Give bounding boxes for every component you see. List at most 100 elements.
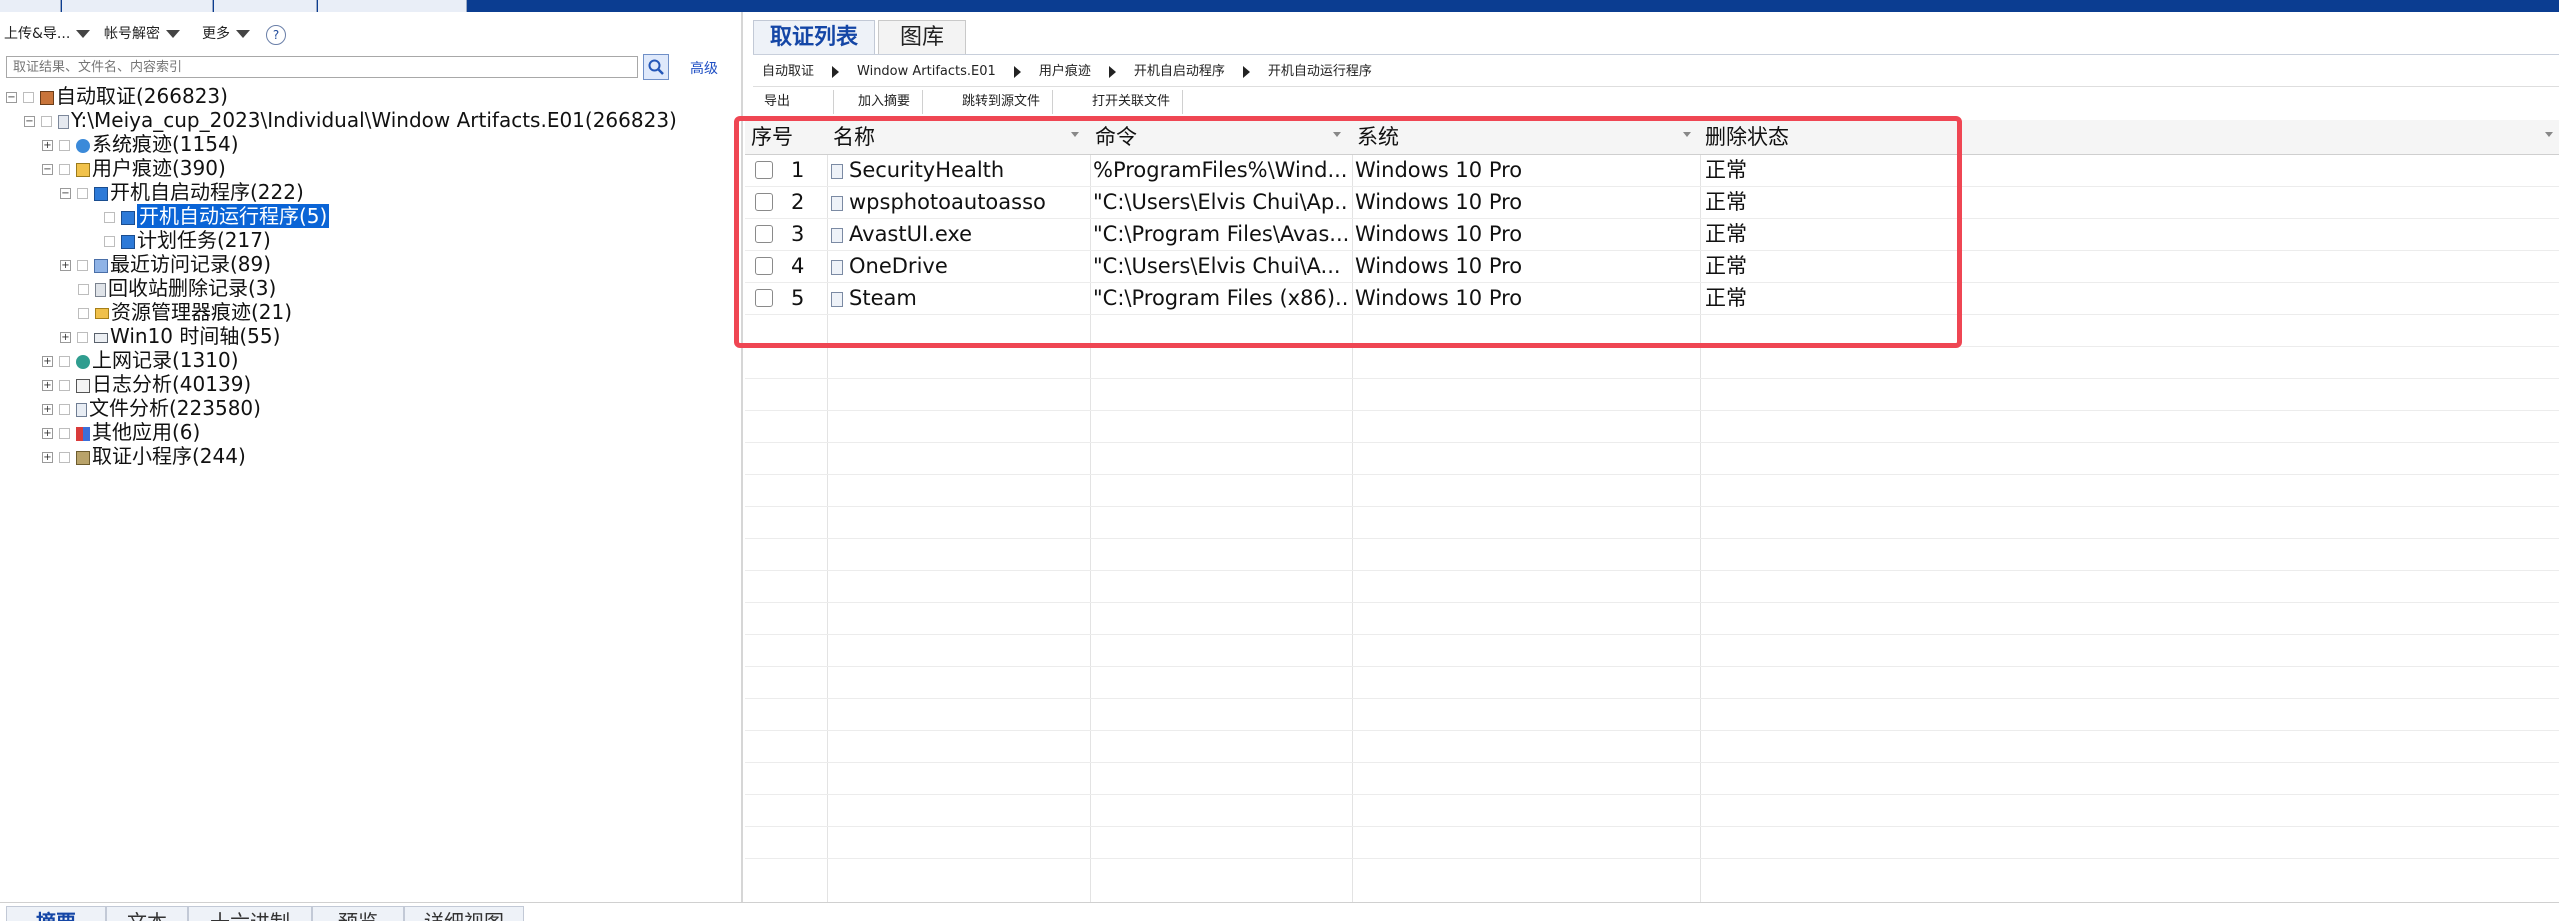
bottom-tab-hex[interactable]: 十六进制 xyxy=(188,906,312,921)
tree-node-file-analysis[interactable]: + 文件分析(223580) xyxy=(42,396,261,420)
account-decrypt-menu[interactable]: 帐号解密 xyxy=(104,22,180,46)
tree-node-label: 取证小程序(244) xyxy=(92,444,246,468)
tree-node-auto-evidence[interactable]: − 自动取证(266823) xyxy=(6,84,228,108)
collapse-icon[interactable]: − xyxy=(60,188,71,199)
startup-icon xyxy=(121,210,135,225)
grid-row-divider xyxy=(745,538,2559,539)
tree-checkbox[interactable] xyxy=(59,380,70,391)
sort-icon[interactable] xyxy=(2545,132,2553,137)
search-icon xyxy=(648,59,664,75)
breadcrumb-item[interactable]: Window Artifacts.E01 xyxy=(857,64,996,79)
grid-row-divider xyxy=(745,570,2559,571)
tree-checkbox[interactable] xyxy=(77,332,88,343)
account-decrypt-label: 帐号解密 xyxy=(104,26,160,42)
tree-node-win10-timeline[interactable]: + Win10 时间轴(55) xyxy=(60,324,280,348)
startup-icon xyxy=(121,234,135,249)
tree-node-web-history[interactable]: + 上网记录(1310) xyxy=(42,348,239,372)
tree-checkbox[interactable] xyxy=(78,308,89,319)
tree-node-label: 其他应用(6) xyxy=(92,420,201,444)
grid-row-divider xyxy=(745,666,2559,667)
breadcrumb-item[interactable]: 开机自动运行程序 xyxy=(1268,64,1372,79)
tree-checkbox[interactable] xyxy=(59,140,70,151)
tree-node-label: 自动取证(266823) xyxy=(56,84,228,108)
tree-node-recycle-bin[interactable]: 回收站删除记录(3) xyxy=(78,276,276,300)
chevron-right-icon xyxy=(1013,65,1021,78)
bottom-tab-summary[interactable]: 摘要 xyxy=(6,906,106,921)
upload-export-label: 上传&导... xyxy=(4,26,71,42)
top-tab-3[interactable] xyxy=(214,0,317,12)
top-tab-2[interactable] xyxy=(62,0,213,12)
tree-node-label: 资源管理器痕迹(21) xyxy=(111,300,293,324)
search-input[interactable] xyxy=(6,56,638,78)
bottom-tab-preview[interactable]: 预览 xyxy=(312,906,404,921)
help-icon[interactable]: ? xyxy=(266,25,286,45)
tree-node-other-apps[interactable]: + 其他应用(6) xyxy=(42,420,200,444)
tree-checkbox[interactable] xyxy=(59,164,70,175)
grid-row-divider xyxy=(745,858,2559,859)
expand-icon[interactable]: + xyxy=(42,356,53,367)
disk-image-icon xyxy=(58,114,69,129)
tree-checkbox[interactable] xyxy=(41,116,52,127)
tree-checkbox[interactable] xyxy=(59,404,70,415)
expand-icon[interactable]: + xyxy=(42,380,53,391)
tree-node-image-file[interactable]: − Y:\Meiya_cup_2023\Individual\Window Art… xyxy=(24,108,677,132)
tree-checkbox[interactable] xyxy=(104,236,115,247)
tree-node-system-traces[interactable]: + 系统痕迹(1154) xyxy=(42,132,239,156)
tree-node-explorer-traces[interactable]: 资源管理器痕迹(21) xyxy=(78,300,292,324)
tree-node-scheduled-tasks[interactable]: 计划任务(217) xyxy=(104,228,271,252)
tree-checkbox[interactable] xyxy=(104,212,115,223)
chevron-down-icon xyxy=(236,30,250,38)
tree-checkbox[interactable] xyxy=(78,284,89,295)
upload-export-menu[interactable]: 上传&导... xyxy=(4,22,91,46)
tree-checkbox[interactable] xyxy=(59,452,70,463)
log-icon xyxy=(76,378,90,393)
expand-icon[interactable]: + xyxy=(42,452,53,463)
more-menu[interactable]: 更多 xyxy=(202,22,250,46)
tree-node-auto-run-programs[interactable]: 开机自动运行程序(5) xyxy=(104,204,330,228)
evidence-icon xyxy=(40,90,54,105)
tree-node-recent-access[interactable]: + 最近访问记录(89) xyxy=(60,252,271,276)
search-button[interactable] xyxy=(643,54,669,80)
grid-row-divider xyxy=(745,634,2559,635)
export-button[interactable]: 导出 xyxy=(752,90,834,130)
collapse-icon[interactable]: − xyxy=(24,116,35,127)
expand-icon[interactable]: + xyxy=(60,260,71,271)
user-icon xyxy=(76,162,90,177)
top-tab-4[interactable] xyxy=(318,0,467,12)
tree-checkbox[interactable] xyxy=(23,92,34,103)
breadcrumb-item[interactable]: 用户痕迹 xyxy=(1039,64,1091,79)
tab-gallery[interactable]: 图库 xyxy=(878,20,966,54)
tree-checkbox[interactable] xyxy=(77,188,88,199)
breadcrumb-divider xyxy=(753,86,2559,87)
breadcrumb-item[interactable]: 开机自启动程序 xyxy=(1134,64,1225,79)
expand-icon[interactable]: + xyxy=(42,140,53,151)
tree-node-label: Y:\Meiya_cup_2023\Individual\Window Arti… xyxy=(71,108,677,132)
expand-icon[interactable]: + xyxy=(60,332,71,343)
open-related-file-button[interactable]: 打开关联文件 xyxy=(1080,90,1184,114)
collapse-icon[interactable]: − xyxy=(42,164,53,175)
top-tab-1[interactable] xyxy=(0,0,61,12)
tree-node-startup-programs[interactable]: − 开机自启动程序(222) xyxy=(60,180,304,204)
folder-icon xyxy=(95,308,109,319)
advanced-search-link[interactable]: 高级 xyxy=(690,58,718,78)
tree-node-forensic-tools[interactable]: + 取证小程序(244) xyxy=(42,444,246,468)
breadcrumb: 自动取证 Window Artifacts.E01 用户痕迹 开机自启动程序 开机自动运… xyxy=(762,62,1372,82)
recycle-bin-icon xyxy=(95,282,106,297)
breadcrumb-item[interactable]: 自动取证 xyxy=(762,64,814,79)
jump-to-source-button[interactable]: 跳转到源文件 xyxy=(950,90,1054,114)
expand-icon[interactable]: + xyxy=(42,428,53,439)
tree-node-log-analysis[interactable]: + 日志分析(40139) xyxy=(42,372,251,396)
collapse-icon[interactable]: − xyxy=(6,92,17,103)
apps-icon xyxy=(76,426,90,441)
startup-icon xyxy=(94,186,108,201)
bottom-tab-detail-view[interactable]: 详细视图 xyxy=(404,906,524,921)
add-summary-button[interactable]: 加入摘要 xyxy=(846,90,924,114)
tree-checkbox[interactable] xyxy=(59,356,70,367)
tree-checkbox[interactable] xyxy=(59,428,70,439)
tree-node-user-traces[interactable]: − 用户痕迹(390) xyxy=(42,156,226,180)
bottom-tab-text[interactable]: 文本 xyxy=(106,906,188,921)
tab-evidence-list[interactable]: 取证列表 xyxy=(753,20,875,54)
tree-checkbox[interactable] xyxy=(77,260,88,271)
grid-row-divider xyxy=(745,762,2559,763)
expand-icon[interactable]: + xyxy=(42,404,53,415)
